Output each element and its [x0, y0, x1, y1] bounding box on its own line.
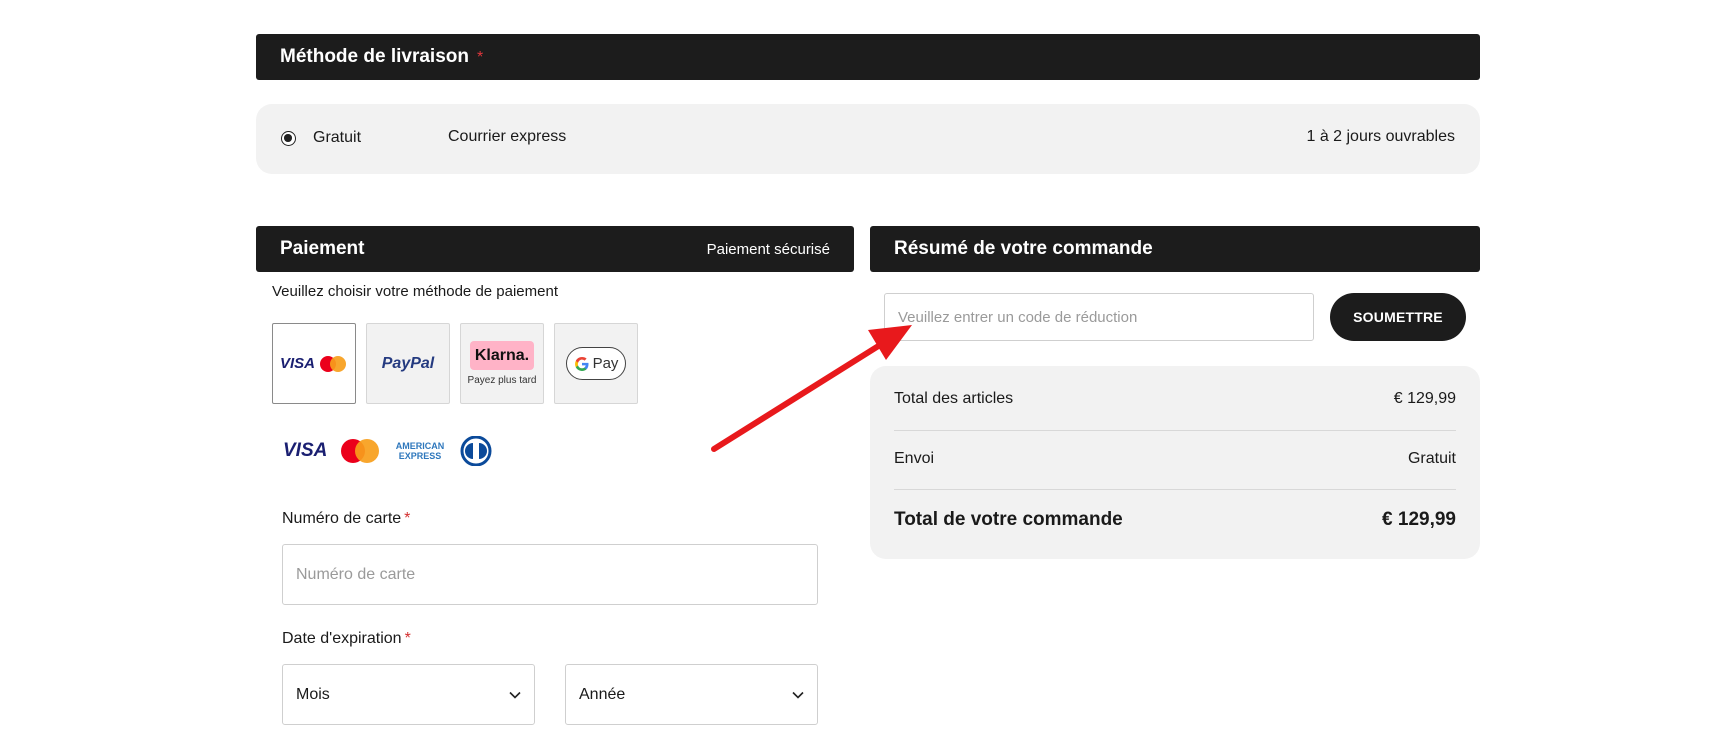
- accepted-cards: VISA AMERICAN EXPRESS: [283, 436, 493, 466]
- payment-secure-label: Paiement sécurisé: [706, 240, 830, 258]
- submit-discount-button[interactable]: SOUMETTRE: [1330, 293, 1466, 341]
- order-summary: Total des articles € 129,99 Envoi Gratui…: [870, 366, 1480, 559]
- payment-method-paypal[interactable]: PayPal: [366, 323, 450, 404]
- card-number-input[interactable]: [282, 544, 818, 605]
- payment-instruction: Veuillez choisir votre méthode de paieme…: [272, 283, 558, 300]
- summary-row-shipping: Envoi Gratuit: [894, 450, 1456, 467]
- paypal-logo: PayPal: [381, 354, 435, 372]
- payment-title: Paiement: [280, 238, 365, 259]
- chevron-down-icon: [509, 691, 521, 699]
- summary-row-total: Total de votre commande € 129,99: [894, 509, 1456, 530]
- klarna-sublabel: Payez plus tard: [467, 375, 537, 386]
- expiry-year-value: Année: [579, 685, 626, 703]
- expiry-month-value: Mois: [296, 685, 330, 703]
- annotation-arrow-icon: [711, 325, 912, 452]
- shipping-option-carrier: Courrier express: [448, 128, 567, 145]
- expiry-year-select[interactable]: Année: [565, 664, 818, 725]
- visa-brand-logo: VISA: [283, 440, 328, 461]
- chevron-down-icon: [792, 691, 804, 699]
- expiry-label: Date d'expiration *: [282, 630, 411, 647]
- shipping-required-mark: *: [476, 49, 484, 66]
- mastercard-brand-icon: [341, 439, 379, 463]
- summary-title: Résumé de votre commande: [894, 238, 1153, 259]
- summary-divider: [894, 430, 1456, 431]
- expiry-month-select[interactable]: Mois: [282, 664, 535, 725]
- amex-brand-logo: AMERICAN EXPRESS: [395, 441, 445, 461]
- shipping-radio-selected[interactable]: [281, 131, 296, 146]
- card-number-label: Numéro de carte *: [282, 510, 411, 527]
- payment-header: Paiement Paiement sécurisé: [256, 226, 854, 272]
- summary-header: Résumé de votre commande: [870, 226, 1480, 272]
- shipping-option[interactable]: Gratuit Courrier express 1 à 2 jours ouv…: [256, 104, 1480, 174]
- shipping-option-delay: 1 à 2 jours ouvrables: [1306, 128, 1455, 145]
- summary-divider: [894, 489, 1456, 490]
- summary-row-items: Total des articles € 129,99: [894, 390, 1456, 407]
- visa-logo: VISA: [279, 355, 315, 372]
- klarna-logo: Klarna.: [470, 341, 534, 370]
- gpay-logo: Pay: [566, 347, 626, 380]
- shipping-option-price: Gratuit: [313, 129, 362, 146]
- shipping-title: Méthode de livraison: [280, 46, 469, 67]
- google-g-icon: [574, 356, 589, 371]
- mastercard-icon: [320, 355, 346, 372]
- payment-method-card[interactable]: VISA: [272, 323, 356, 404]
- payment-method-klarna[interactable]: Klarna. Payez plus tard: [460, 323, 544, 404]
- shipping-header: Méthode de livraison *: [256, 34, 1480, 80]
- payment-method-gpay[interactable]: Pay: [554, 323, 638, 404]
- discount-code-input[interactable]: [884, 293, 1314, 341]
- diners-club-icon: [460, 436, 492, 466]
